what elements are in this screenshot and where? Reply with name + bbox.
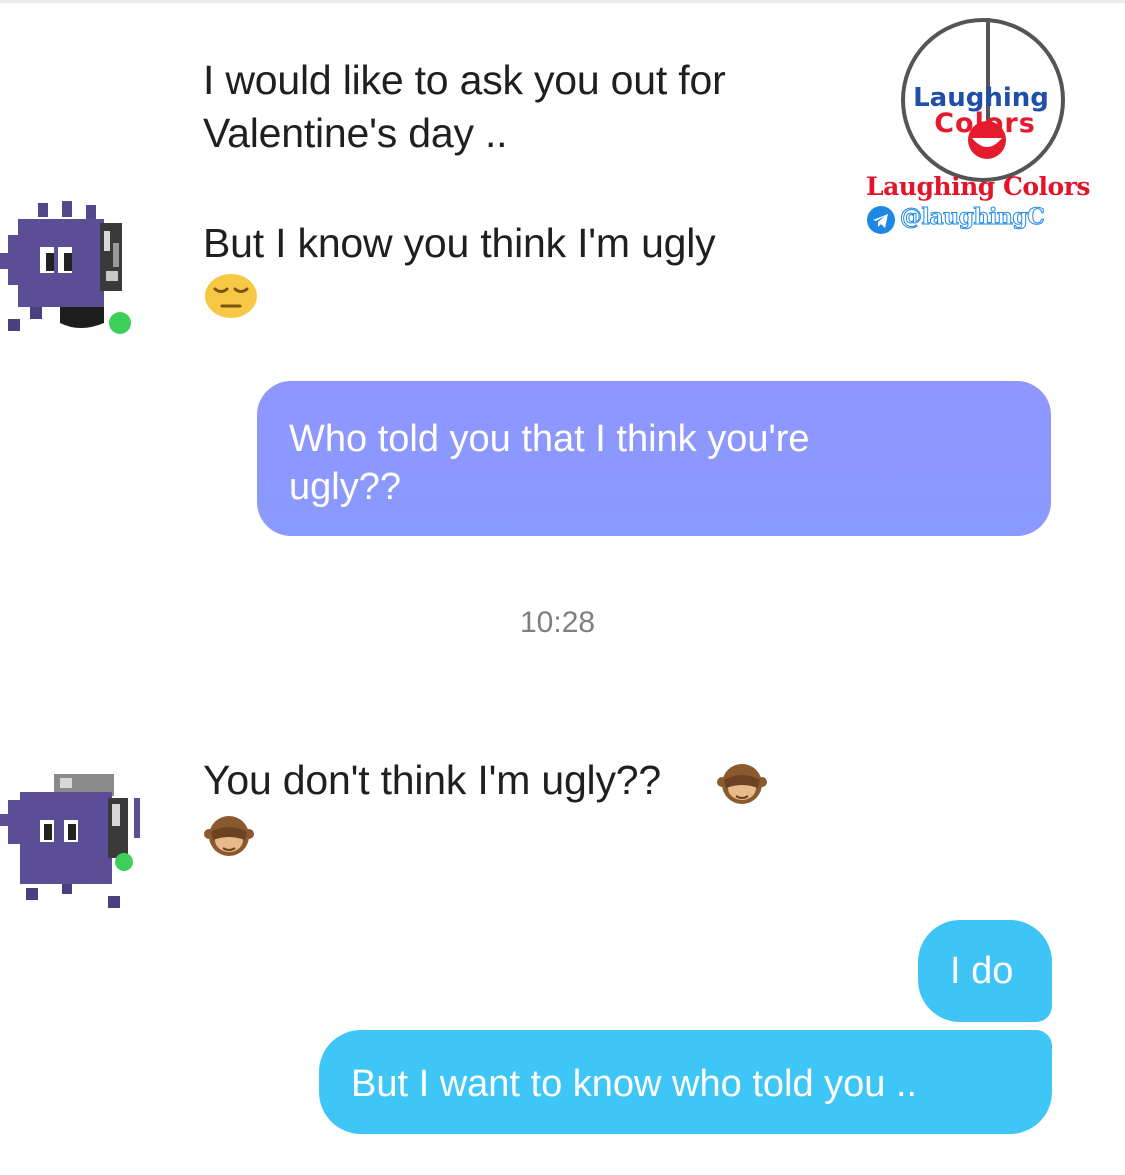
message-timestamp: 10:28 xyxy=(520,606,596,639)
incoming-message: But I know you think I'm ugly xyxy=(203,220,716,266)
incoming-message-line: Valentine's day .. xyxy=(203,110,508,156)
incoming-message: You don't think I'm ugly?? xyxy=(203,757,661,803)
see-no-evil-monkey-icon xyxy=(204,816,254,856)
see-no-evil-monkey-icon xyxy=(717,764,767,804)
logo-word-bottom: Colors xyxy=(934,108,1036,139)
outgoing-message-bubble: But I want to know who told you .. xyxy=(319,1030,1052,1134)
expressionless-face-icon xyxy=(205,274,257,318)
watermark-handle-row: @laughingC xyxy=(866,204,1081,236)
watermark-handle: @laughingC xyxy=(899,204,1045,231)
outgoing-message-bubble: I do xyxy=(918,920,1052,1022)
outgoing-message-text: I do xyxy=(950,950,1014,992)
laughing-colors-logo-icon: Laughing Colors xyxy=(901,18,1065,182)
outgoing-message-bubble: Who told you that I think you're ugly?? xyxy=(257,381,1051,536)
outgoing-message-line: Who told you that I think you're xyxy=(289,418,810,460)
incoming-message-line: I would like to ask you out for xyxy=(203,57,726,103)
watermark-brand: Laughing Colors xyxy=(866,172,1090,201)
telegram-icon xyxy=(867,206,895,234)
outgoing-message-line: ugly?? xyxy=(289,466,401,508)
outgoing-message-text: But I want to know who told you .. xyxy=(351,1063,918,1105)
online-status-dot xyxy=(109,312,131,334)
pixel-monster-avatar-icon xyxy=(0,201,131,334)
pixel-monster-avatar-icon xyxy=(0,774,140,908)
online-status-dot xyxy=(115,853,133,871)
top-divider xyxy=(0,0,1125,3)
watermark-logo: Laughing Colors xyxy=(893,14,1073,186)
